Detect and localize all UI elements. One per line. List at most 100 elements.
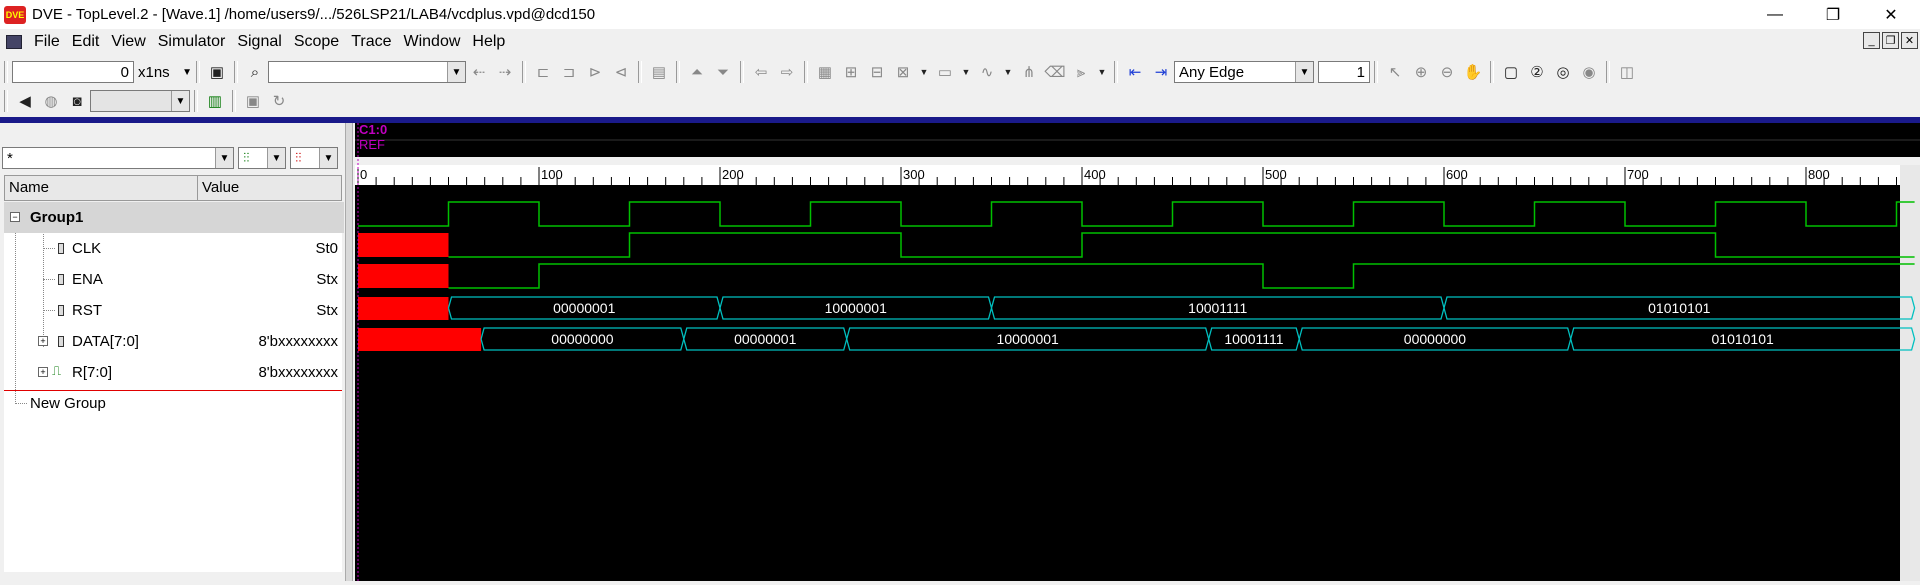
group-row[interactable]: − Group1 <box>4 202 344 233</box>
bus-icon[interactable]: ⫸ <box>1070 61 1092 83</box>
trace-load-icon[interactable]: ⊟ <box>866 61 888 83</box>
step-back-icon[interactable]: ◀ <box>14 90 36 112</box>
binoculars-icon[interactable]: ⌕ <box>244 61 266 83</box>
ruler-label: 700 <box>1627 167 1649 182</box>
mdi-restore-button[interactable]: ❐ <box>1882 32 1899 49</box>
expand-icon[interactable]: + <box>38 336 48 346</box>
minimize-button[interactable]: — <box>1746 0 1804 29</box>
step-down-icon[interactable]: ⏷ <box>712 61 734 83</box>
filter-icon: ⫶⫶ <box>243 150 250 165</box>
chevron-down-icon[interactable]: ▼ <box>918 61 930 83</box>
eraser-icon[interactable]: ⌫ <box>1044 61 1066 83</box>
signal-row[interactable]: ENA Stx <box>4 264 342 295</box>
search-combo[interactable]: ▼ <box>268 61 466 83</box>
chevron-down-icon[interactable]: ▼ <box>960 61 972 83</box>
zoom-2-icon[interactable]: ② <box>1526 61 1548 83</box>
menu-signal[interactable]: Signal <box>231 33 287 51</box>
run-icon[interactable]: ▣ <box>206 61 228 83</box>
full-view-icon[interactable]: ◫ <box>1616 61 1638 83</box>
signal-list: − Group1 CLK St0 ENA Stx RST Stx + DATA[… <box>4 202 344 572</box>
step-up-icon[interactable]: ⏶ <box>686 61 708 83</box>
trace-driver-icon[interactable]: ⊞ <box>840 61 862 83</box>
list-view-icon[interactable]: ▥ <box>204 90 226 112</box>
signal-name: ENA <box>72 271 103 288</box>
zoom-out-icon[interactable]: ⊖ <box>1436 61 1458 83</box>
annotate-icon[interactable]: ▭ <box>934 61 956 83</box>
toolbar-grip[interactable] <box>4 90 8 112</box>
refresh-icon[interactable]: ↻ <box>268 90 290 112</box>
zoom-cursor-icon[interactable]: ◎ <box>1552 61 1574 83</box>
mdi-minimize-button[interactable]: _ <box>1863 32 1880 49</box>
group-row[interactable]: New Group <box>4 388 342 419</box>
hierarchy-icon[interactable]: ⋔ <box>1018 61 1040 83</box>
scope-select-icon[interactable]: ◙ <box>66 90 88 112</box>
signal-list-header: Name Value <box>4 175 342 201</box>
menu-view[interactable]: View <box>105 33 151 51</box>
signal-icon <box>58 274 64 285</box>
menu-file[interactable]: File <box>28 33 66 51</box>
waveform-pane: C1:0 REF 0 100 200 300 400 500 600 700 800 00000… <box>355 122 1920 581</box>
filter-options-button[interactable]: ⫶⫶ ▼ <box>238 147 286 169</box>
expand-icon[interactable]: + <box>38 367 48 377</box>
forward-icon[interactable]: ⇨ <box>776 61 798 83</box>
data-value-label: 01010101 <box>1648 300 1711 316</box>
select-pointer-icon[interactable]: ↖ <box>1384 61 1406 83</box>
zoom-in-icon[interactable]: ⊕ <box>1410 61 1432 83</box>
signal-row[interactable]: + DATA[7:0] 8'bxxxxxxxx <box>4 326 342 357</box>
collapse-icon[interactable]: − <box>10 212 20 222</box>
back-icon[interactable]: ⇦ <box>750 61 772 83</box>
signal-row[interactable]: CLK St0 <box>4 233 342 264</box>
trace-x-icon[interactable]: ⊠ <box>892 61 914 83</box>
name-column-header[interactable]: Name <box>5 176 198 200</box>
waveform-canvas[interactable]: C1:0 REF 0 100 200 300 400 500 600 700 800 00000… <box>355 122 1920 581</box>
find-next-icon[interactable]: ⇢ <box>494 61 516 83</box>
signal-row[interactable]: RST Stx <box>4 295 342 326</box>
next-edge-icon[interactable]: ⇥ <box>1150 61 1172 83</box>
schematic-icon[interactable]: ▦ <box>814 61 836 83</box>
menu-bar: File Edit View Simulator Signal Scope Tr… <box>0 29 1920 55</box>
vertical-scrollbar[interactable] <box>1900 165 1920 581</box>
edge-type-select[interactable]: Any Edge ▼ <box>1174 61 1314 83</box>
gate-and-icon[interactable]: ⊏ <box>532 61 554 83</box>
signal-value: St0 <box>315 240 338 257</box>
restore-button[interactable]: ❐ <box>1804 0 1862 29</box>
window-menu-icon[interactable] <box>6 35 22 49</box>
display-options-button[interactable]: ⫶⫶ ▼ <box>290 147 338 169</box>
gate-nand-icon[interactable]: ⊐ <box>558 61 580 83</box>
waveform-icon[interactable]: ∿ <box>976 61 998 83</box>
prev-edge-icon[interactable]: ⇤ <box>1124 61 1146 83</box>
memory-icon[interactable]: ▤ <box>648 61 670 83</box>
cursor-label: C1:0 <box>359 123 387 137</box>
signal-filter-combo[interactable]: * ▼ <box>2 147 234 169</box>
close-button[interactable]: ✕ <box>1862 0 1920 29</box>
edge-count-input[interactable]: 1 <box>1318 61 1370 83</box>
menu-edit[interactable]: Edit <box>66 33 106 51</box>
scope-combo[interactable]: ▼ <box>90 90 190 112</box>
menu-trace[interactable]: Trace <box>345 33 397 51</box>
toolbar-separator <box>234 61 238 83</box>
gate-xor-icon[interactable]: ⊲ <box>610 61 632 83</box>
signal-name: DATA[7:0] <box>72 333 139 350</box>
mdi-close-button[interactable]: ✕ <box>1901 32 1918 49</box>
time-unit-select[interactable]: x1ns ▼ <box>134 61 192 83</box>
chevron-down-icon[interactable]: ▼ <box>1002 61 1014 83</box>
save-icon[interactable]: ▣ <box>242 90 264 112</box>
menu-simulator[interactable]: Simulator <box>152 33 232 51</box>
zoom-area-icon[interactable]: ◉ <box>1578 61 1600 83</box>
menu-help[interactable]: Help <box>466 33 511 51</box>
menu-window[interactable]: Window <box>398 33 467 51</box>
toolbar-grip[interactable] <box>4 61 8 83</box>
ruler-label: 200 <box>722 167 744 182</box>
find-prev-icon[interactable]: ⇠ <box>468 61 490 83</box>
zoom-fit-icon[interactable]: ▢ <box>1500 61 1522 83</box>
signal-row[interactable]: + ⎍ R[7:0] 8'bxxxxxxxx <box>4 357 342 388</box>
scope-up-icon[interactable]: ◍ <box>40 90 62 112</box>
pane-splitter[interactable] <box>345 123 353 581</box>
pan-hand-icon[interactable]: ✋ <box>1462 61 1484 83</box>
chevron-down-icon[interactable]: ▼ <box>1096 61 1108 83</box>
gate-or-icon[interactable]: ⊳ <box>584 61 606 83</box>
menu-scope[interactable]: Scope <box>288 33 345 51</box>
value-column-header[interactable]: Value <box>198 176 341 200</box>
ruler-label: 800 <box>1808 167 1830 182</box>
time-input[interactable]: 0 <box>12 61 134 83</box>
